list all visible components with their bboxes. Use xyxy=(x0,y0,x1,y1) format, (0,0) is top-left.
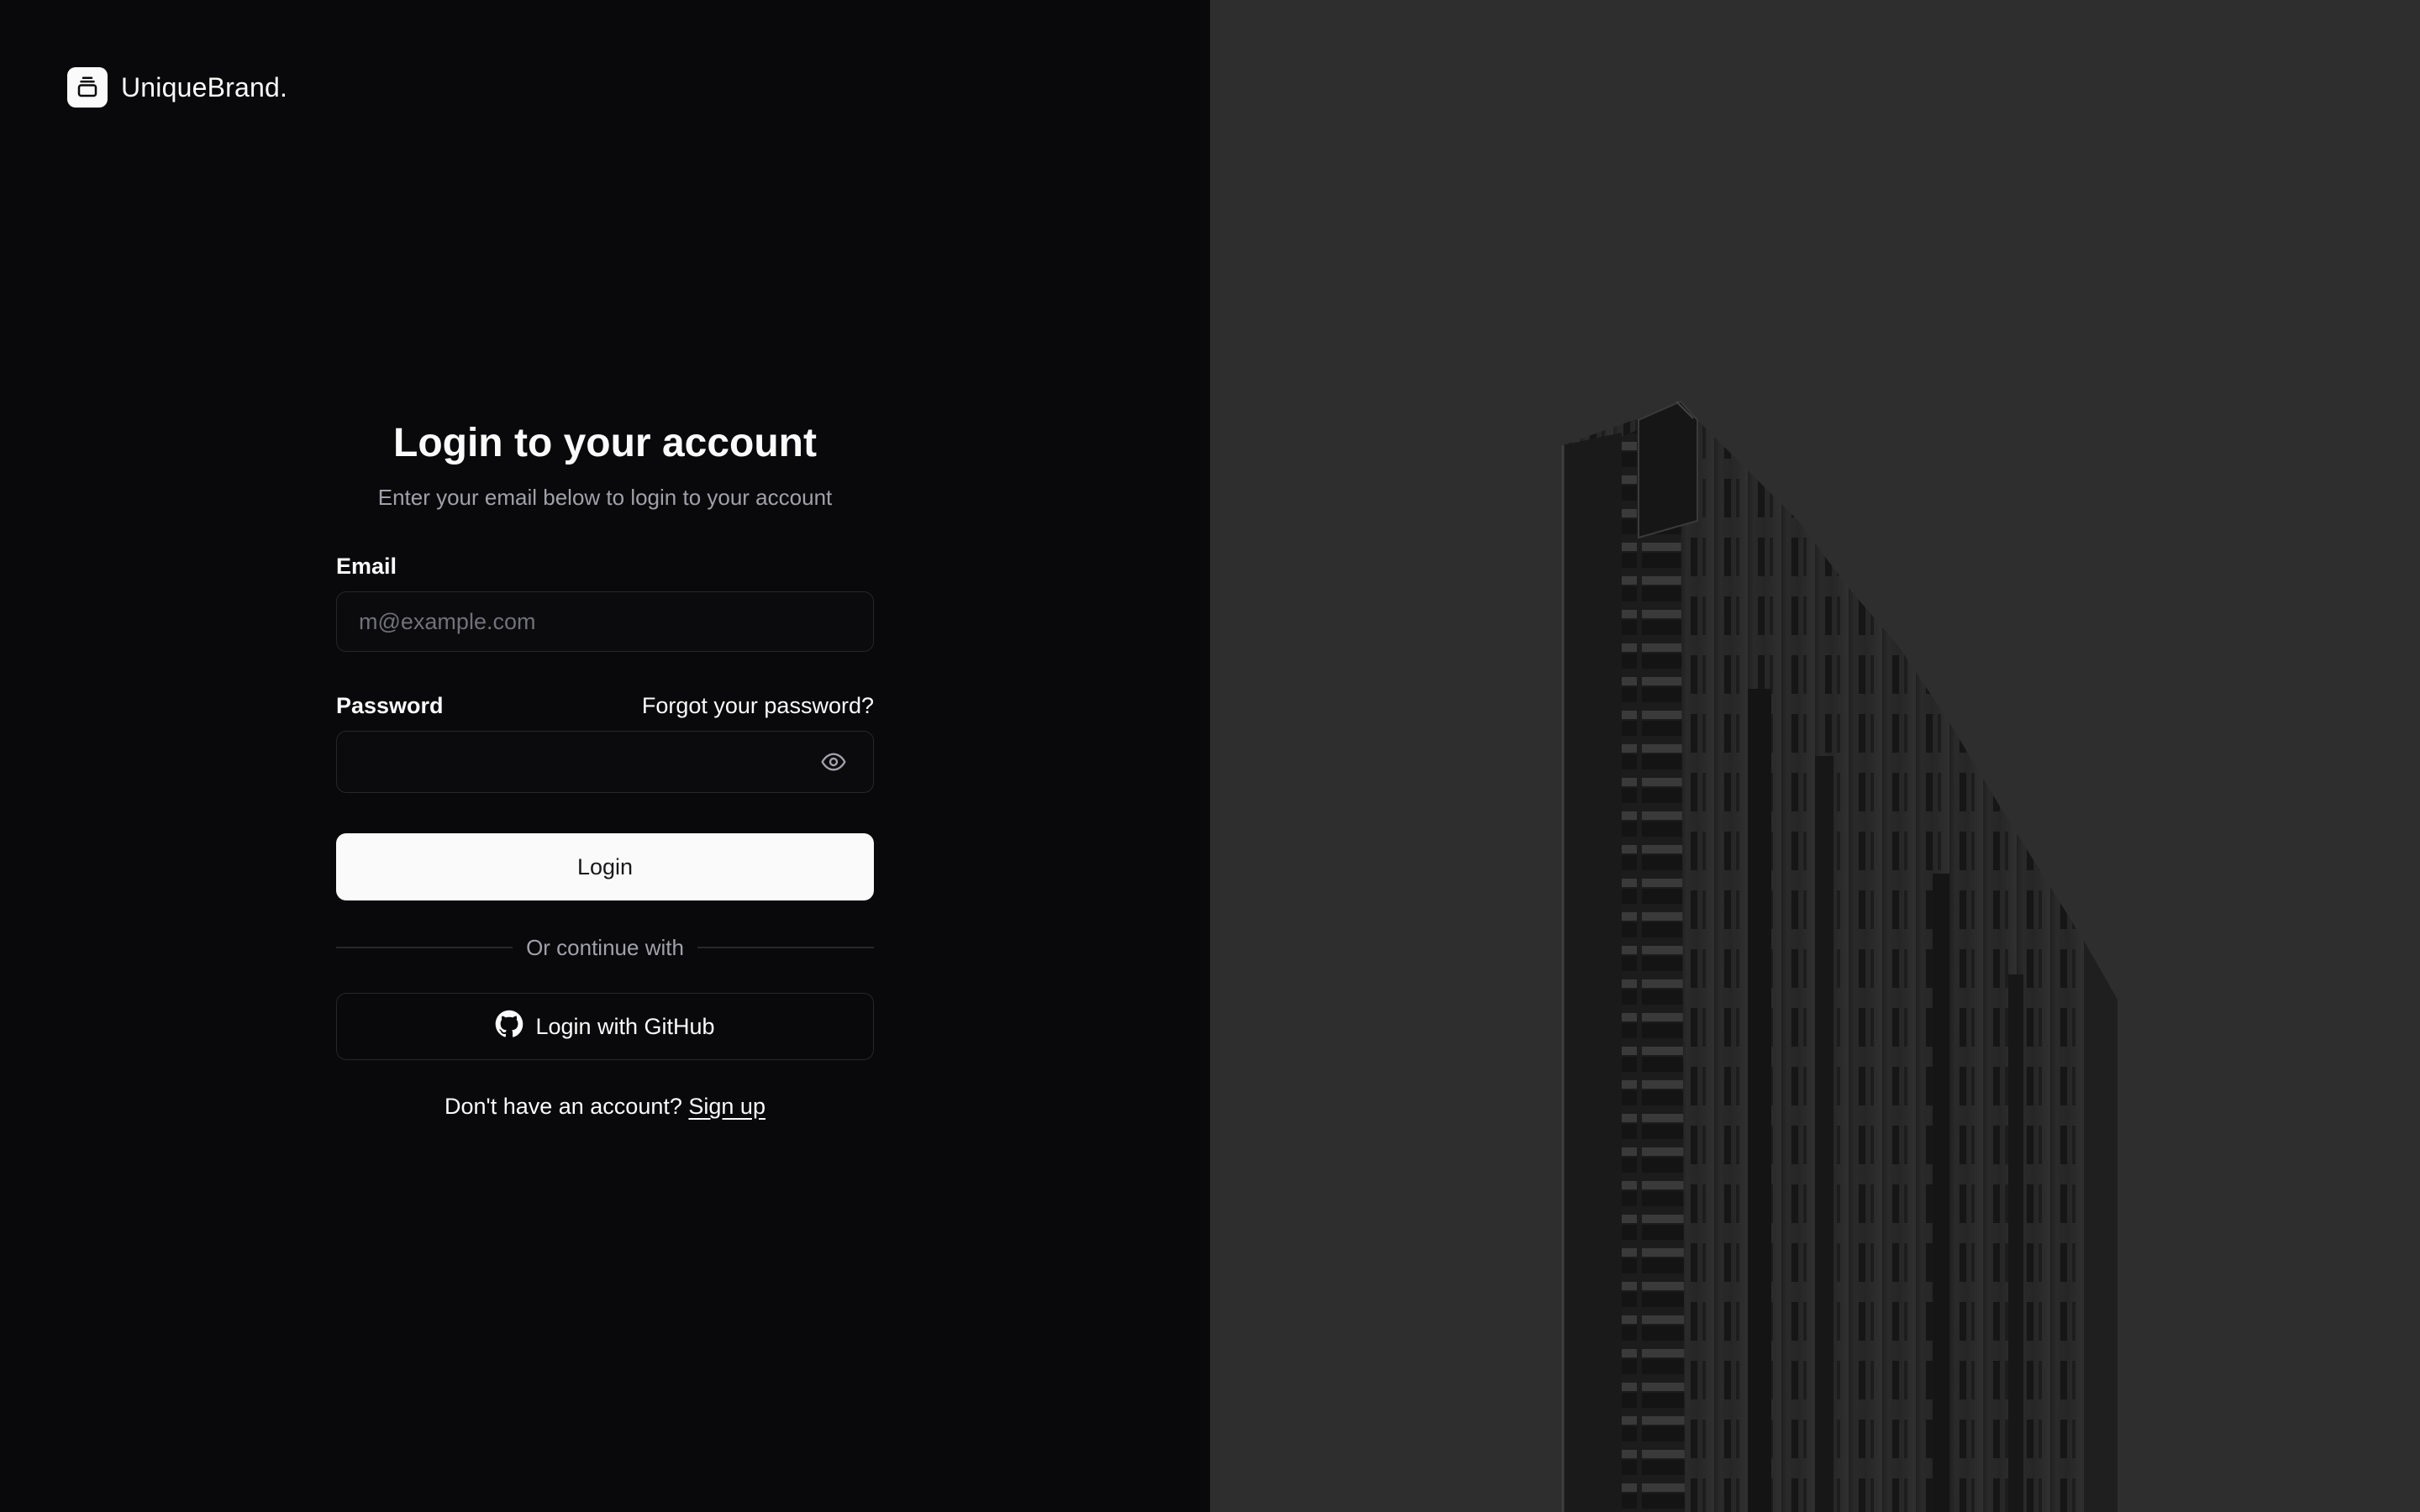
email-label: Email xyxy=(336,553,397,579)
eye-icon[interactable] xyxy=(819,748,848,776)
login-panel: UniqueBrand. Login to your account Enter… xyxy=(0,0,1210,1512)
page-title: Login to your account xyxy=(393,421,817,465)
github-login-button[interactable]: Login with GitHub xyxy=(336,993,874,1060)
stacked-box-icon xyxy=(67,67,108,108)
login-button[interactable]: Login xyxy=(336,833,874,900)
github-icon xyxy=(495,1010,523,1044)
building-image xyxy=(1561,400,2118,1512)
page-subtitle: Enter your email below to login to your … xyxy=(377,485,833,510)
brand-name: UniqueBrand. xyxy=(121,71,288,102)
brand[interactable]: UniqueBrand. xyxy=(67,67,287,108)
forgot-password-link[interactable]: Forgot your password? xyxy=(642,693,874,719)
divider-text: Or continue with xyxy=(526,934,684,960)
hero-image-panel xyxy=(1210,0,2420,1512)
login-form: Login to your account Enter your email b… xyxy=(336,412,874,1120)
password-label: Password xyxy=(336,692,444,718)
divider-line-right xyxy=(697,947,874,948)
divider: Or continue with xyxy=(336,931,874,964)
password-field[interactable] xyxy=(336,731,874,793)
signup-row: Don't have an account? Sign up xyxy=(336,1094,874,1120)
signup-prompt: Don't have an account? xyxy=(445,1094,682,1119)
login-page: UniqueBrand. Login to your account Enter… xyxy=(0,0,2420,1512)
divider-line-left xyxy=(336,947,513,948)
email-field[interactable]: m@example.com xyxy=(336,591,874,652)
signup-link[interactable]: Sign up xyxy=(688,1094,765,1119)
email-placeholder: m@example.com xyxy=(359,608,536,634)
password-label-row: Password Forgot your password? xyxy=(336,690,874,721)
email-label-row: Email xyxy=(336,551,874,581)
github-button-label: Login with GitHub xyxy=(535,1013,715,1039)
